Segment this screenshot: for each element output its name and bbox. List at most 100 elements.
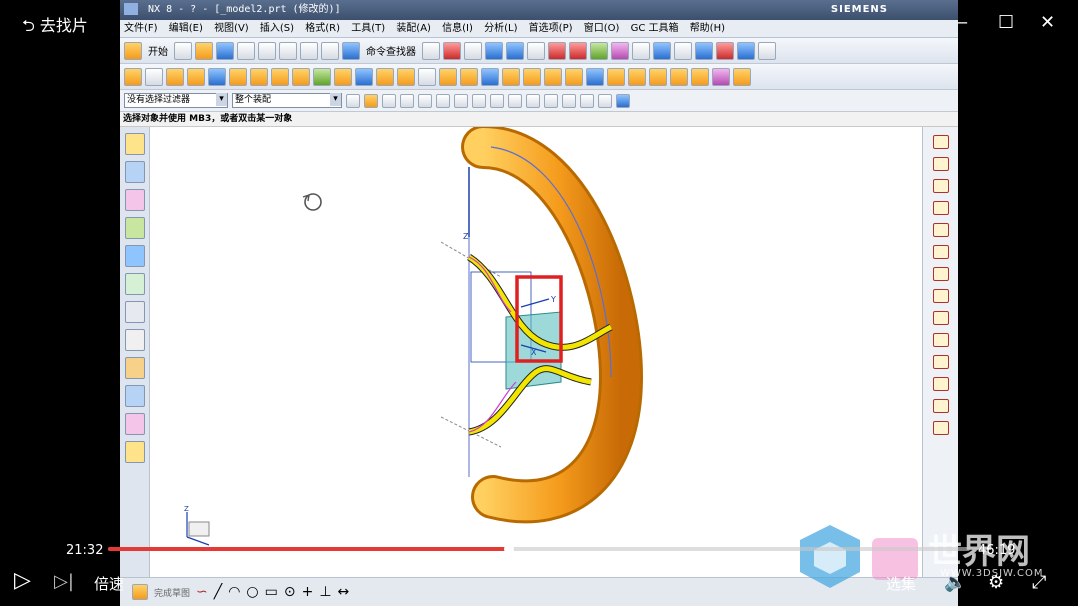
rectangle-icon[interactable]: [932, 179, 949, 193]
orient-view-icon[interactable]: [590, 41, 608, 60]
face-snap-icon[interactable]: [616, 93, 630, 108]
hd3d-tools-icon[interactable]: [124, 245, 145, 267]
shading-icon[interactable]: [527, 41, 545, 60]
boss-icon[interactable]: [313, 67, 331, 86]
intersect-icon[interactable]: [649, 67, 667, 86]
curve-rule-icon[interactable]: [418, 93, 432, 108]
split-body-icon[interactable]: [544, 67, 562, 86]
menu-analysis[interactable]: 分析(L): [480, 20, 521, 38]
history-icon[interactable]: [124, 301, 145, 323]
command-finder-icon[interactable]: [342, 41, 360, 60]
sketch-rectangle-icon[interactable]: ▭: [265, 584, 278, 600]
feature-more-icon[interactable]: [733, 67, 751, 86]
extrude-icon[interactable]: [166, 67, 184, 86]
pad-icon[interactable]: [355, 67, 373, 86]
csys-icon[interactable]: [653, 41, 671, 60]
sketch-line-icon[interactable]: ╱: [214, 584, 222, 600]
studio-spline-icon[interactable]: [932, 201, 949, 215]
sketch-icon[interactable]: [124, 67, 142, 86]
section-icon[interactable]: [737, 41, 755, 60]
draft-icon[interactable]: [502, 67, 520, 86]
control-point-snap-icon[interactable]: [472, 93, 486, 108]
view-icon[interactable]: [464, 41, 482, 60]
quadrant-snap-icon[interactable]: [526, 93, 540, 108]
progress-knob[interactable]: [503, 544, 514, 554]
midpoint-snap-icon[interactable]: [454, 93, 468, 108]
pattern-icon[interactable]: [691, 67, 709, 86]
play-icon[interactable]: ▷: [14, 568, 31, 593]
subtract-icon[interactable]: [628, 67, 646, 86]
point-on-curve-snap-icon[interactable]: [544, 93, 558, 108]
start-icon[interactable]: [124, 41, 142, 60]
shell-icon[interactable]: [481, 67, 499, 86]
curve-more-icon[interactable]: [932, 421, 949, 435]
menu-edit[interactable]: 编辑(E): [165, 20, 207, 38]
finish-sketch-icon[interactable]: [132, 584, 148, 600]
bridge-curve-icon[interactable]: [932, 311, 949, 325]
settings-icon[interactable]: ⚙: [988, 572, 1004, 593]
menu-help[interactable]: 帮助(H): [686, 20, 729, 38]
open-file-icon[interactable]: [195, 41, 213, 60]
reuse-library-icon[interactable]: [124, 217, 145, 239]
plus-snap-icon[interactable]: [580, 93, 594, 108]
roles-icon[interactable]: [124, 413, 145, 435]
command-finder-button[interactable]: 命令查找器: [363, 43, 419, 58]
slot-icon[interactable]: [376, 67, 394, 86]
sketch-point-icon[interactable]: ⊙: [284, 584, 296, 600]
new-file-icon[interactable]: [174, 41, 192, 60]
undo-icon[interactable]: [300, 41, 318, 60]
sketch-constraint-icon[interactable]: ⊥: [319, 584, 331, 600]
arc-center-snap-icon[interactable]: [508, 93, 522, 108]
project-curve-icon[interactable]: [932, 267, 949, 281]
back-button[interactable]: ⮌ 去找片: [22, 12, 88, 42]
existing-point-snap-icon[interactable]: [562, 93, 576, 108]
intersection-snap-icon[interactable]: [490, 93, 504, 108]
progress-bar[interactable]: [108, 544, 970, 554]
web-browser-icon[interactable]: [124, 273, 145, 295]
video-frame[interactable]: NX 8 - ? - [_model2.prt (修改的)] SIEMENS 文…: [120, 0, 958, 606]
bounded-grid-snap-icon[interactable]: [598, 93, 612, 108]
cone-icon[interactable]: [250, 67, 268, 86]
wireframe-icon[interactable]: [548, 41, 566, 60]
menu-window[interactable]: 窗口(O): [580, 20, 624, 38]
copy-icon[interactable]: [258, 41, 276, 60]
save-icon[interactable]: [216, 41, 234, 60]
analysis-icon[interactable]: [674, 41, 692, 60]
arc-icon[interactable]: [932, 157, 949, 171]
finish-sketch-button[interactable]: 完成草图: [154, 586, 190, 599]
pocket-icon[interactable]: [334, 67, 352, 86]
divide-curve-icon[interactable]: [932, 377, 949, 391]
revolve-icon[interactable]: [187, 67, 205, 86]
profile-icon[interactable]: ∽: [196, 584, 208, 600]
wcs-icon[interactable]: [695, 41, 713, 60]
menu-format[interactable]: 格式(R): [301, 20, 344, 38]
type-filter-select[interactable]: 没有选择过滤器: [124, 93, 228, 108]
layer-icon[interactable]: [611, 41, 629, 60]
groove-icon[interactable]: [397, 67, 415, 86]
cursor-icon[interactable]: [382, 93, 396, 108]
join-curve-icon[interactable]: [932, 333, 949, 347]
hole-icon[interactable]: [292, 67, 310, 86]
menu-assembly[interactable]: 装配(A): [392, 20, 435, 38]
constraint-navigator-icon[interactable]: [124, 161, 145, 183]
background-icon[interactable]: [632, 41, 650, 60]
fillet-curve-icon[interactable]: [932, 223, 949, 237]
general-filter-icon[interactable]: [346, 93, 360, 108]
sketch-arc-icon[interactable]: ◠: [228, 584, 240, 600]
intersection-curve-icon[interactable]: [932, 289, 949, 303]
selection-scope-select[interactable]: 整个装配: [232, 93, 342, 108]
sketch-circle-icon[interactable]: ○: [246, 584, 258, 600]
datum-plane-icon[interactable]: [145, 67, 163, 86]
close-button[interactable]: ✕: [1040, 12, 1055, 33]
offset-curve-icon[interactable]: [932, 245, 949, 259]
offset-face-icon[interactable]: [712, 67, 730, 86]
menu-gc-toolbox[interactable]: GC 工具箱: [627, 20, 683, 38]
cylinder-icon[interactable]: [229, 67, 247, 86]
episodes-button[interactable]: 选集: [886, 573, 916, 594]
menu-view[interactable]: 视图(V): [210, 20, 253, 38]
line-icon[interactable]: [932, 135, 949, 149]
menu-insert[interactable]: 插入(S): [256, 20, 298, 38]
maximize-button[interactable]: ☐: [998, 12, 1014, 33]
start-button[interactable]: 开始: [145, 43, 171, 58]
sketch-plus-icon[interactable]: +: [302, 584, 314, 600]
